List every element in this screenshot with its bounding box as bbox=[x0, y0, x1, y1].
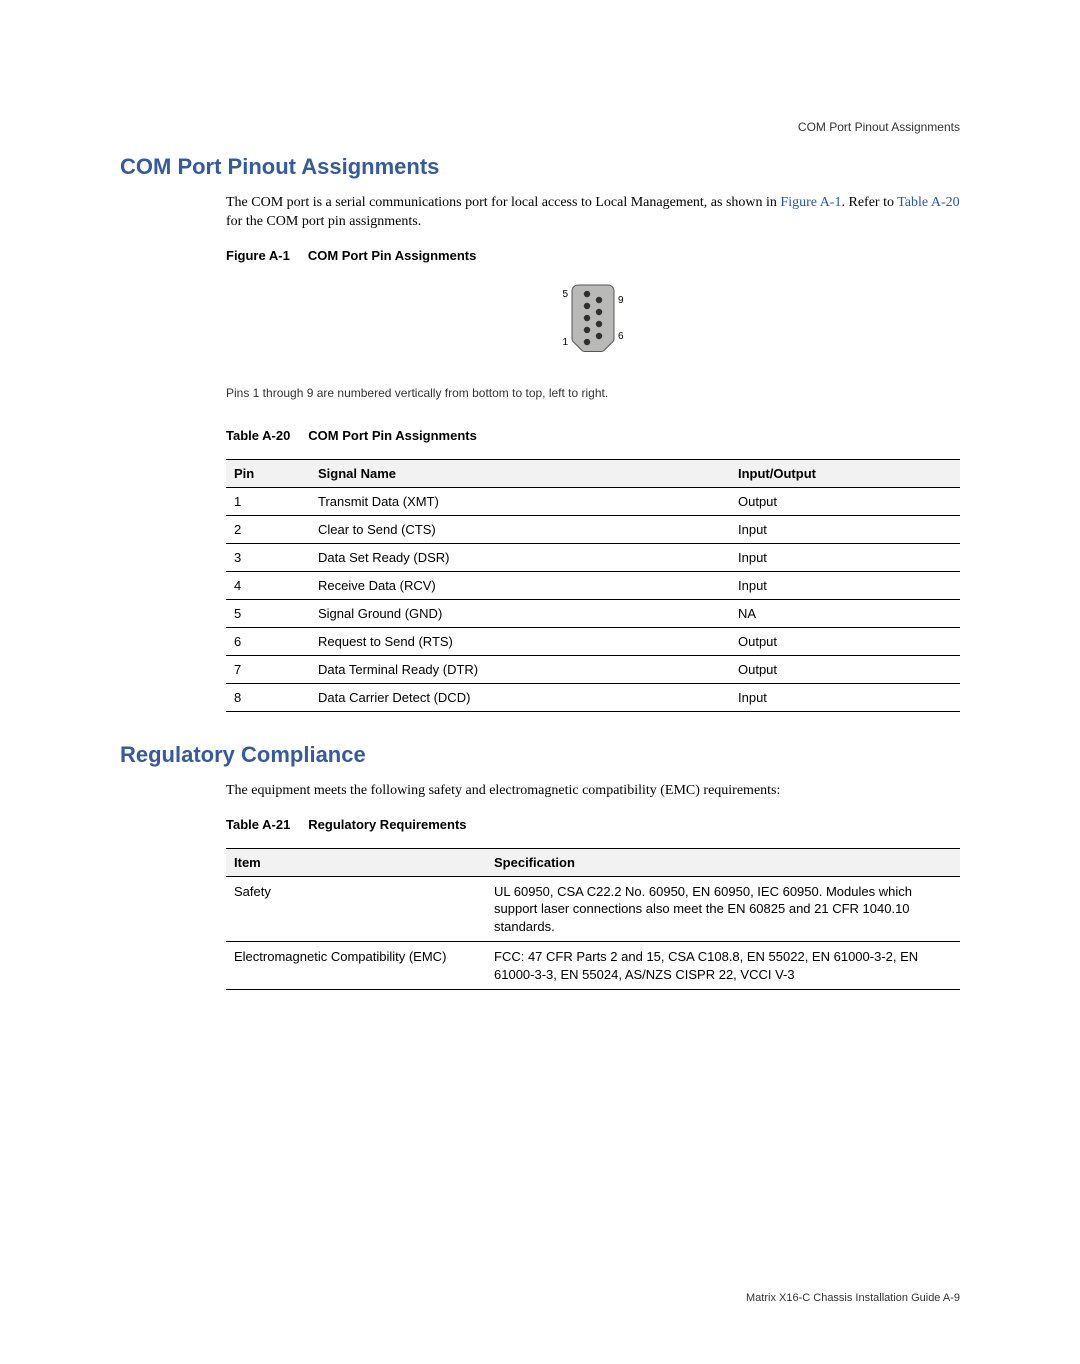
cell-pin: 7 bbox=[226, 655, 310, 683]
th-pin: Pin bbox=[226, 459, 310, 487]
figure-note: Pins 1 through 9 are numbered vertically… bbox=[226, 386, 960, 400]
table-com-port-pins: Pin Signal Name Input/Output 1 Transmit … bbox=[226, 459, 960, 712]
table20-title: COM Port Pin Assignments bbox=[308, 428, 477, 443]
table-header-row: Pin Signal Name Input/Output bbox=[226, 459, 960, 487]
table21-title: Regulatory Requirements bbox=[308, 817, 466, 832]
th-spec: Specification bbox=[486, 848, 960, 876]
section1-intro-part3: for the COM port pin assignments. bbox=[226, 214, 421, 229]
cell-io: Output bbox=[730, 627, 960, 655]
cell-signal: Data Set Ready (DSR) bbox=[310, 543, 730, 571]
cell-io: Input bbox=[730, 571, 960, 599]
th-item: Item bbox=[226, 848, 486, 876]
page-footer: Matrix X16-C Chassis Installation Guide … bbox=[746, 1292, 960, 1304]
connector-diagram-icon: 5 1 9 6 bbox=[548, 279, 638, 359]
section1-intro-part2: . Refer to bbox=[841, 195, 897, 210]
figure-a1: 5 1 9 6 bbox=[226, 279, 960, 362]
cell-io: NA bbox=[730, 599, 960, 627]
cell-spec: UL 60950, CSA C22.2 No. 60950, EN 60950,… bbox=[486, 876, 960, 942]
table-row: 4 Receive Data (RCV) Input bbox=[226, 571, 960, 599]
cell-io: Output bbox=[730, 487, 960, 515]
table-row: 5 Signal Ground (GND) NA bbox=[226, 599, 960, 627]
cell-signal: Data Terminal Ready (DTR) bbox=[310, 655, 730, 683]
pin-label-9: 9 bbox=[618, 295, 624, 306]
table-caption-a21: Table A-21 Regulatory Requirements bbox=[226, 817, 960, 832]
cell-item: Electromagnetic Compatibility (EMC) bbox=[226, 942, 486, 990]
section-title-com-port: COM Port Pinout Assignments bbox=[120, 154, 960, 180]
table-header-row: Item Specification bbox=[226, 848, 960, 876]
cell-item: Safety bbox=[226, 876, 486, 942]
cell-pin: 5 bbox=[226, 599, 310, 627]
cell-io: Output bbox=[730, 655, 960, 683]
running-head: COM Port Pinout Assignments bbox=[120, 120, 960, 134]
cell-io: Input bbox=[730, 515, 960, 543]
table-row: 7 Data Terminal Ready (DTR) Output bbox=[226, 655, 960, 683]
section-title-regulatory: Regulatory Compliance bbox=[120, 742, 960, 768]
section2-intro: The equipment meets the following safety… bbox=[226, 782, 960, 801]
cell-signal: Clear to Send (CTS) bbox=[310, 515, 730, 543]
cell-pin: 8 bbox=[226, 683, 310, 711]
table-row: 6 Request to Send (RTS) Output bbox=[226, 627, 960, 655]
cell-io: Input bbox=[730, 543, 960, 571]
table-row: Electromagnetic Compatibility (EMC) FCC:… bbox=[226, 942, 960, 990]
cell-signal: Receive Data (RCV) bbox=[310, 571, 730, 599]
figure-link-a1[interactable]: Figure A-1 bbox=[780, 195, 841, 210]
figure-title: COM Port Pin Assignments bbox=[308, 248, 477, 263]
table20-label: Table A-20 bbox=[226, 428, 290, 443]
cell-signal: Data Carrier Detect (DCD) bbox=[310, 683, 730, 711]
th-io: Input/Output bbox=[730, 459, 960, 487]
figure-caption-a1: Figure A-1 COM Port Pin Assignments bbox=[226, 248, 960, 263]
pin-label-1: 1 bbox=[562, 337, 568, 348]
table-row: 2 Clear to Send (CTS) Input bbox=[226, 515, 960, 543]
pin-label-6: 6 bbox=[618, 331, 624, 342]
section1-intro: The COM port is a serial communications … bbox=[226, 194, 960, 232]
table-row: Safety UL 60950, CSA C22.2 No. 60950, EN… bbox=[226, 876, 960, 942]
cell-pin: 2 bbox=[226, 515, 310, 543]
cell-pin: 1 bbox=[226, 487, 310, 515]
th-signal: Signal Name bbox=[310, 459, 730, 487]
table21-label: Table A-21 bbox=[226, 817, 290, 832]
table-row: 1 Transmit Data (XMT) Output bbox=[226, 487, 960, 515]
section1-intro-part1: The COM port is a serial communications … bbox=[226, 195, 780, 210]
cell-signal: Request to Send (RTS) bbox=[310, 627, 730, 655]
cell-signal: Transmit Data (XMT) bbox=[310, 487, 730, 515]
table-regulatory: Item Specification Safety UL 60950, CSA … bbox=[226, 848, 960, 991]
cell-signal: Signal Ground (GND) bbox=[310, 599, 730, 627]
cell-spec: FCC: 47 CFR Parts 2 and 15, CSA C108.8, … bbox=[486, 942, 960, 990]
table-caption-a20: Table A-20 COM Port Pin Assignments bbox=[226, 428, 960, 443]
table-row: 3 Data Set Ready (DSR) Input bbox=[226, 543, 960, 571]
table-link-a20[interactable]: Table A-20 bbox=[897, 195, 959, 210]
table-row: 8 Data Carrier Detect (DCD) Input bbox=[226, 683, 960, 711]
pin-label-5: 5 bbox=[562, 289, 568, 300]
figure-label: Figure A-1 bbox=[226, 248, 290, 263]
cell-io: Input bbox=[730, 683, 960, 711]
cell-pin: 4 bbox=[226, 571, 310, 599]
cell-pin: 3 bbox=[226, 543, 310, 571]
cell-pin: 6 bbox=[226, 627, 310, 655]
